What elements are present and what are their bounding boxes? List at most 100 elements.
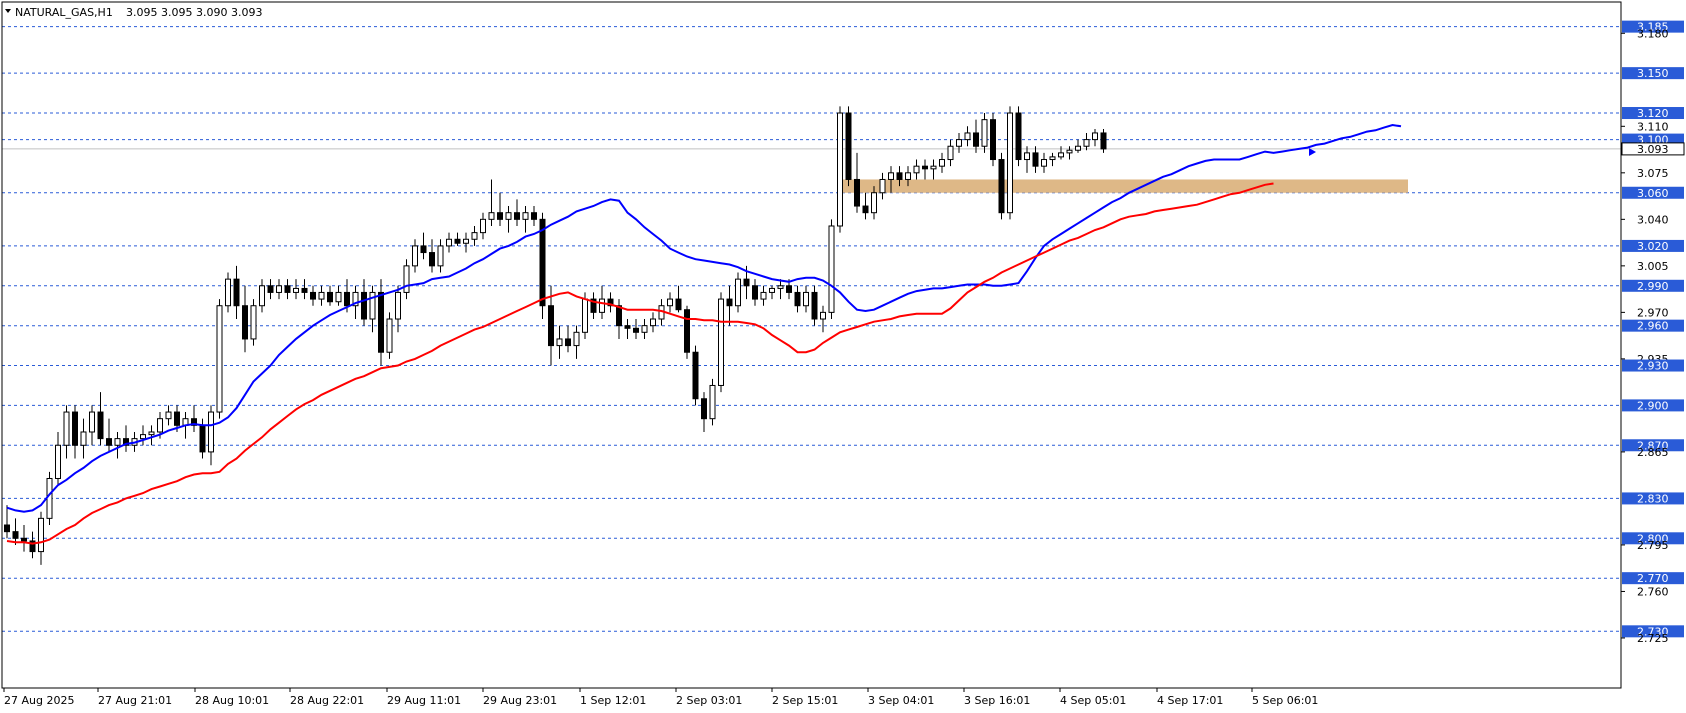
candle-body-up	[386, 318, 393, 353]
candle-body-up	[395, 291, 401, 320]
candle-body-up	[1092, 132, 1098, 141]
x-tick-label: 1 Sep 12:01	[580, 694, 646, 707]
candle-body-up	[463, 238, 469, 244]
candle-body-up	[556, 338, 563, 347]
x-tick-label: 27 Aug 21:01	[98, 694, 172, 707]
candle-body-up	[871, 192, 877, 214]
y-tick-label: 3.110	[1637, 120, 1669, 133]
candle-body-down	[565, 338, 571, 347]
candle-body-up	[641, 325, 648, 333]
candle-body-down	[429, 252, 435, 267]
candle-body-up	[718, 298, 724, 386]
symbol-title: NATURAL_GAS,H1	[15, 6, 113, 19]
candle-body-up	[964, 132, 971, 141]
y-tick-label: 2.795	[1637, 539, 1669, 552]
candle-body-up	[1083, 139, 1090, 147]
x-tick-label: 3 Sep 16:01	[964, 694, 1030, 707]
candle-body-up	[582, 298, 588, 333]
chart-canvas: 3.1853.1803.1503.1203.1103.1003.0933.075…	[0, 0, 1686, 713]
candle-body-up	[38, 517, 44, 553]
candle-body-down	[692, 351, 699, 400]
candle-body-up	[148, 431, 155, 436]
candle-body-up	[820, 311, 826, 320]
level-label: 2.900	[1637, 399, 1669, 412]
candle-body-down	[973, 132, 979, 147]
candle-body-up	[89, 411, 95, 433]
candle-body-up	[225, 278, 231, 307]
x-tick-label: 27 Aug 2025	[4, 694, 74, 707]
candle-body-up	[879, 178, 886, 194]
level-label: 3.060	[1637, 187, 1669, 200]
x-tick-label: 2 Sep 15:01	[772, 694, 838, 707]
candle-body-down	[4, 524, 10, 533]
candle-body-up	[216, 305, 223, 413]
y-tick-label: 2.865	[1637, 446, 1669, 459]
x-tick-label: 28 Aug 10:01	[195, 694, 269, 707]
candle-body-up	[276, 285, 282, 293]
candle-body-up	[1049, 156, 1056, 161]
candle-body-up	[63, 411, 70, 446]
candle-body-down	[97, 411, 104, 440]
candle-body-down	[199, 424, 206, 453]
candle-body-up	[667, 298, 673, 307]
x-tick-label: 4 Sep 17:01	[1157, 694, 1223, 707]
candle-body-down	[616, 305, 622, 327]
candle-body-up	[403, 265, 410, 293]
candle-body-up	[114, 438, 121, 446]
candle-body-up	[488, 212, 495, 220]
candle-body-down	[786, 285, 792, 293]
candle-body-up	[412, 245, 418, 267]
candle-body-down	[684, 309, 690, 353]
candle-body-up	[1075, 145, 1081, 151]
candle-body-up	[650, 318, 656, 327]
candle-body-up	[930, 165, 937, 170]
candle-body-up	[905, 172, 911, 180]
x-tick-label: 29 Aug 23:01	[483, 694, 557, 707]
candle-body-down	[896, 172, 903, 180]
candle-body-down	[990, 119, 996, 161]
candle-body-up	[157, 418, 163, 433]
candle-body-down	[811, 291, 818, 320]
x-tick-label: 29 Aug 11:01	[387, 694, 461, 707]
candle-body-up	[947, 145, 954, 161]
support-zone	[841, 179, 1408, 193]
candle-body-down	[242, 305, 248, 340]
candle-body-down	[633, 327, 639, 333]
candle-body-down	[675, 298, 682, 311]
candle-body-down	[743, 278, 750, 287]
candle-body-up	[437, 245, 444, 267]
level-label: 2.960	[1637, 320, 1669, 333]
candle-body-down	[624, 325, 631, 329]
candle-body-up	[165, 411, 172, 420]
level-label: 3.020	[1637, 240, 1669, 253]
ohlc-readout: 3.095 3.095 3.090 3.093	[126, 6, 262, 19]
candle-body-up	[709, 384, 716, 420]
candle-body-up	[208, 411, 214, 453]
candle-body-down	[998, 159, 1005, 214]
candle-body-up	[735, 278, 741, 307]
candle-body-down	[72, 411, 78, 446]
candle-body-down	[284, 285, 291, 293]
x-tick-label: 3 Sep 04:01	[868, 694, 934, 707]
candle-body-up	[522, 212, 529, 220]
candle-body-up	[828, 225, 835, 313]
candle-body-down	[862, 205, 869, 214]
level-label: 3.120	[1637, 107, 1669, 120]
candle-body-down	[233, 278, 240, 307]
candle-body-down	[845, 112, 852, 180]
candle-body-down	[539, 218, 546, 307]
candle-body-up	[1058, 152, 1064, 158]
candle-body-down	[361, 291, 367, 320]
candle-body-down	[794, 291, 801, 307]
candle-body-up	[888, 172, 894, 180]
candle-body-up	[259, 285, 265, 307]
y-tick-label: 2.725	[1637, 632, 1669, 645]
candle-body-up	[599, 298, 605, 313]
candle-body-up	[335, 291, 342, 303]
level-label: 2.830	[1637, 492, 1669, 505]
candle-body-up	[1024, 152, 1030, 161]
candle-body-down	[531, 212, 537, 220]
level-label: 2.990	[1637, 280, 1669, 293]
candle-body-up	[46, 477, 53, 519]
x-tick-label: 4 Sep 05:01	[1060, 694, 1126, 707]
